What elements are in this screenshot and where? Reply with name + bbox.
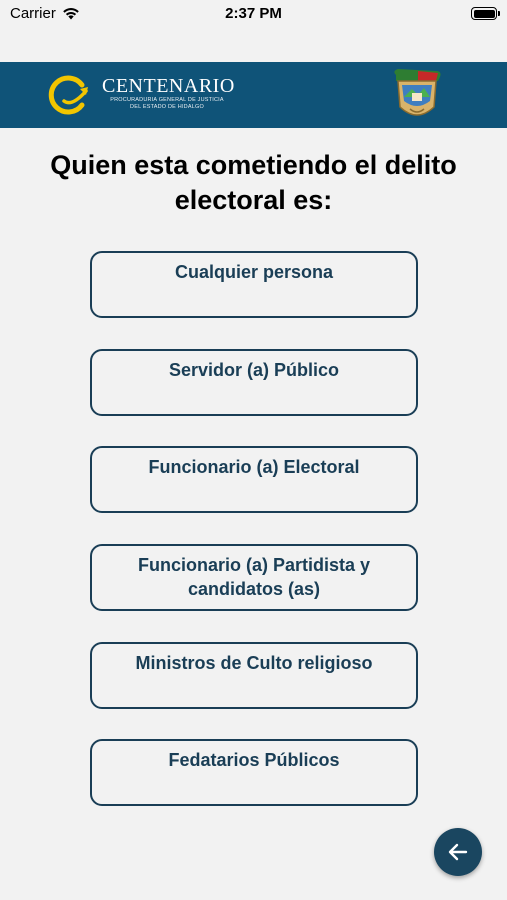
option-fedatarios-publicos[interactable]: Fedatarios Públicos xyxy=(90,739,418,806)
back-button[interactable] xyxy=(434,828,482,876)
option-label: Servidor (a) Público xyxy=(168,360,340,380)
option-ministros-culto[interactable]: Ministros de Culto religioso xyxy=(90,642,418,709)
question-text: Quien esta cometiendo el delito electora… xyxy=(50,150,457,215)
logo-subtitle: PROCURADURIA GENERAL DE JUSTICIA DEL EST… xyxy=(110,97,224,110)
centenario-logo-icon xyxy=(48,75,88,115)
option-servidor-publico[interactable]: Servidor (a) Público xyxy=(90,349,418,416)
option-label: Ministros de Culto religioso xyxy=(135,653,373,673)
option-funcionario-partidista[interactable]: Funcionario (a) Partidista y candidatos … xyxy=(90,544,418,611)
arrow-left-icon xyxy=(448,843,468,861)
hidalgo-seal-icon xyxy=(394,69,441,116)
status-bar: Carrier 2:37 PM xyxy=(0,0,507,28)
option-label: Funcionario (a) Electoral xyxy=(148,457,360,477)
battery-icon xyxy=(471,7,500,20)
app-header: CENTENARIO PROCURADURIA GENERAL DE JUSTI… xyxy=(0,62,507,128)
option-cualquier-persona[interactable]: Cualquier persona xyxy=(90,251,418,318)
logo-title: CENTENARIO xyxy=(102,75,235,97)
option-label: Cualquier persona xyxy=(174,262,334,282)
status-time: 2:37 PM xyxy=(225,5,282,22)
option-funcionario-electoral[interactable]: Funcionario (a) Electoral xyxy=(90,446,418,513)
option-label: Fedatarios Públicos xyxy=(168,750,340,770)
option-label: Funcionario (a) Partidista y candidatos … xyxy=(137,555,371,599)
